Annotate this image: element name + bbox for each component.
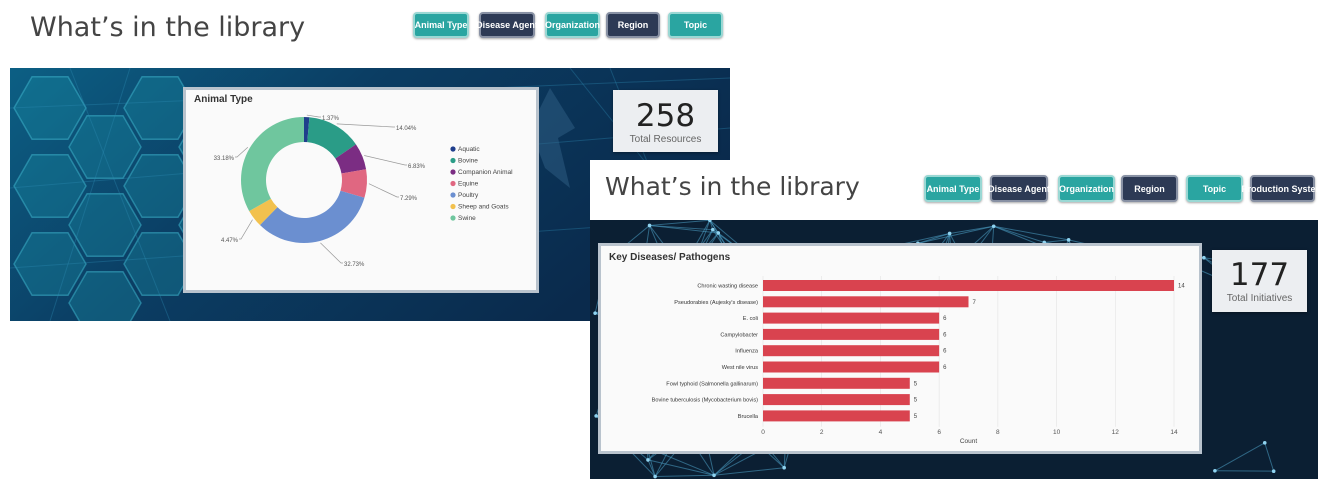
data-label: 6 [943,349,947,355]
data-label-poultry: 32.73% [344,262,365,268]
data-label-leader [368,183,399,198]
data-label-companion-animal: 6.83% [408,164,426,170]
donut-chart-card[interactable]: Animal Type 1.37% 14.04% 6.83% 7.29% 32.73% 4… [183,87,539,293]
bar-west-nile-virus[interactable] [763,361,940,373]
bar-bovine-tuberculosis-mycobacterium-bovis[interactable] [763,394,910,406]
category-label: Campylobacter [720,332,758,338]
legend-item-aquatic[interactable]: Aquatic [458,146,480,153]
kpi-card-total-resources: 258 Total Resources [613,90,718,152]
data-label-leader [235,147,249,158]
data-label: 14 [1178,284,1185,290]
category-label: Chronic wasting disease [697,284,758,290]
data-label-equine: 7.29% [400,196,418,202]
filter-button-animal-type[interactable]: Animal Type [413,12,469,38]
legend-item-poultry[interactable]: Poultry [458,192,479,199]
filter-button-disease-agent[interactable]: Disease Agent [476,12,538,38]
x-tick-label: 0 [761,429,765,436]
data-label-bovine: 14.04% [396,126,417,132]
x-tick-label: 12 [1112,429,1120,436]
legend-item-equine[interactable]: Equine [458,181,479,188]
filter-button-region[interactable]: Region [606,12,660,38]
bar-pseudorabies-aujesky-s-disease[interactable] [763,296,969,308]
donut-slice-poultry [259,190,365,243]
category-label: Pseudorabies (Aujesky's disease) [674,300,758,306]
data-label: 6 [943,316,947,322]
kpi-label: Total Resources [629,134,702,145]
filter-button-topic[interactable]: Topic [668,12,723,38]
x-tick-label: 4 [879,429,883,436]
legend-marker-aquatic [450,146,456,152]
filter-button-production-system[interactable]: Production System [1242,175,1318,202]
bar-influenza[interactable] [763,345,940,357]
kpi-value: 177 [1229,257,1290,293]
bar-chart-card[interactable]: Key Diseases/ Pathogens 0 2 4 6 8 10 12 14 Count… [598,243,1202,454]
x-axis-title: Count [960,438,978,445]
legend-marker-bovine [450,157,456,164]
bar-campylobacter[interactable] [763,328,940,340]
data-label: 6 [943,332,947,338]
filter-button-organization[interactable]: Organization [1058,175,1115,202]
bar-chart: 0 2 4 6 8 10 12 14 Count Chronic wasting disease 1… [652,276,1185,445]
bar-brucella[interactable] [763,410,910,422]
data-label-leader [306,114,321,118]
data-label-leader [320,242,343,264]
filter-button-disease-agent[interactable]: Disease Agent [988,175,1050,202]
data-label-swine: 33.18% [214,156,235,162]
category-label: West nile virus [722,365,758,371]
page-title: What’s in the library [605,172,860,201]
legend-marker-equine [450,180,456,187]
donut-chart: 1.37%14.04%6.83%7.29%32.73%4.47%33.18%Aq… [214,114,513,268]
category-label: Bovine tuberculosis (Mycobacterium bovis… [652,398,758,404]
category-label: Brucella [738,414,759,420]
data-label-leader [239,219,253,240]
x-tick-label: 6 [937,429,941,436]
data-label: 5 [914,414,918,420]
kpi-label: Total Initiatives [1226,293,1293,304]
x-tick-label: 14 [1170,429,1178,436]
donut-slice-swine [241,117,304,212]
legend-marker-sheep-and-goats [450,203,456,210]
legend-marker-companion-animal [450,169,456,175]
kpi-value: 258 [635,98,696,134]
legend-marker-poultry [450,192,456,198]
category-label: Influenza [735,349,759,355]
data-label: 7 [973,300,977,306]
x-tick-label: 10 [1053,429,1061,436]
data-label: 5 [914,381,918,387]
x-tick-label: 2 [820,429,824,436]
kpi-card-total-initiatives: 177 Total Initiatives [1212,250,1307,312]
data-label: 5 [914,398,918,404]
filter-button-region[interactable]: Region [1121,175,1178,202]
x-tick-label: 8 [996,429,1000,436]
legend-item-companion-animal[interactable]: Companion Animal [458,169,513,176]
filter-button-animal-type[interactable]: Animal Type [924,175,982,202]
data-label-sheep-and-goats: 4.47% [221,238,239,244]
category-label: Fowl typhoid (Salmonella gallinarum) [666,381,758,387]
legend-item-bovine[interactable]: Bovine [458,158,478,165]
data-label-leader [336,123,395,128]
bar-e-coli[interactable] [763,312,940,324]
legend-marker-swine [450,215,456,221]
filter-button-organization[interactable]: Organization [545,12,600,38]
legend-item-swine[interactable]: Swine [458,215,476,222]
page-title: What’s in the library [30,12,306,43]
bar-chronic-wasting-disease[interactable] [763,280,1174,291]
data-label: 6 [943,365,947,371]
data-label-leader [364,155,407,166]
category-label: E. coli [743,316,758,322]
bar-fowl-typhoid-salmonella-gallinarum[interactable] [763,377,910,389]
filter-button-topic[interactable]: Topic [1186,175,1243,202]
legend-item-sheep-and-goats[interactable]: Sheep and Goats [458,204,509,211]
